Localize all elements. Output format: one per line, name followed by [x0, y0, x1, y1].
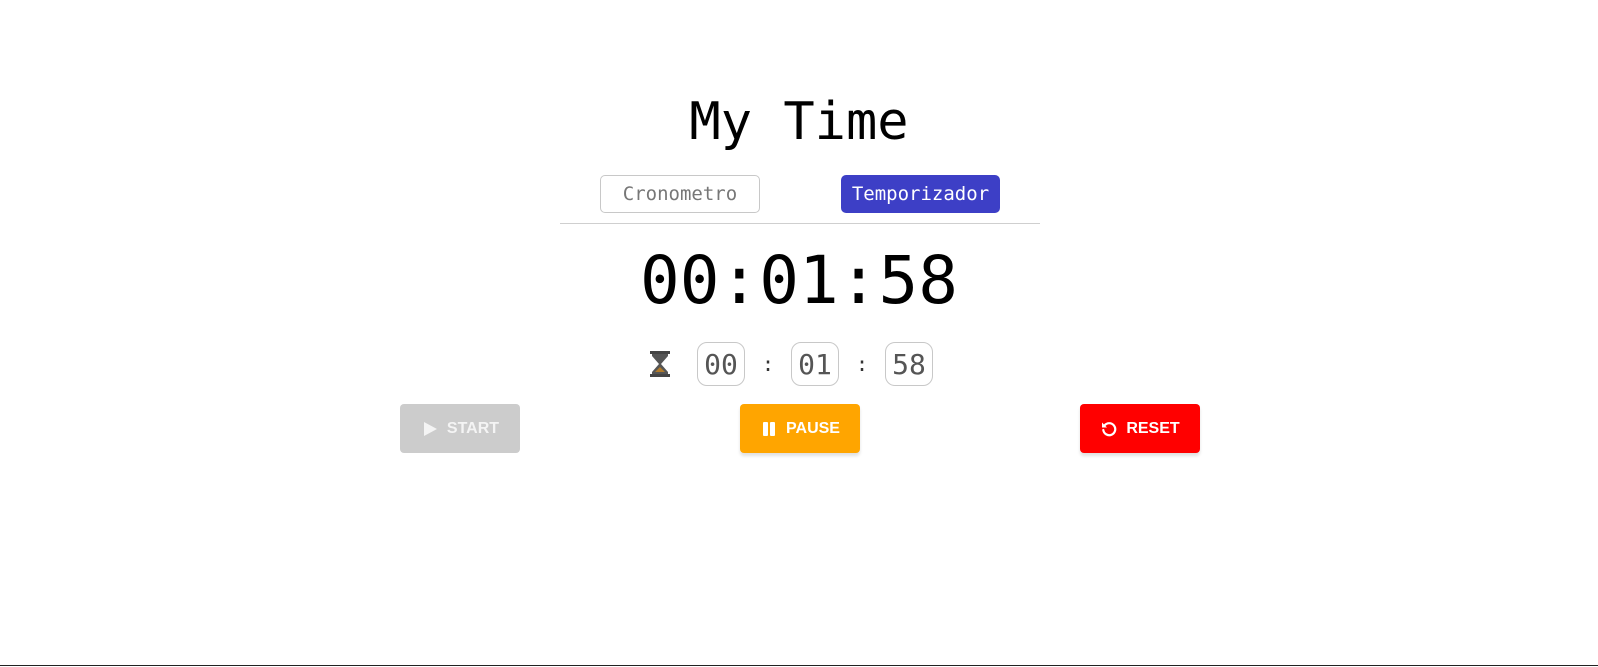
- start-label: START: [446, 419, 500, 437]
- hourglass-icon: [648, 350, 672, 378]
- seconds-input[interactable]: 58: [885, 342, 933, 386]
- pause-button[interactable]: PAUSE: [740, 404, 860, 453]
- pause-label: PAUSE: [786, 419, 840, 437]
- play-icon: [421, 420, 439, 438]
- minutes-input[interactable]: 01: [791, 342, 839, 386]
- hours-input[interactable]: 00: [697, 342, 745, 386]
- app-title: My Time: [689, 92, 909, 152]
- page: My Time Cronometro Temporizador 00:01:58…: [0, 0, 1598, 667]
- bottom-border: [0, 665, 1598, 666]
- tab-temporizador[interactable]: Temporizador: [841, 175, 1000, 213]
- timer-inputs: 00 : 01 : 58: [648, 341, 933, 387]
- start-button[interactable]: START: [400, 404, 520, 453]
- tab-cronometro[interactable]: Cronometro: [600, 175, 760, 213]
- mode-tabs: Cronometro Temporizador: [560, 175, 1040, 224]
- separator: :: [855, 352, 869, 376]
- reset-label: RESET: [1126, 419, 1180, 437]
- reset-button[interactable]: RESET: [1080, 404, 1200, 453]
- timer-display: 00:01:58: [640, 242, 958, 319]
- reset-icon: [1100, 420, 1118, 438]
- tabs-divider: [560, 223, 1040, 224]
- separator: :: [761, 352, 775, 376]
- pause-icon: [760, 420, 778, 438]
